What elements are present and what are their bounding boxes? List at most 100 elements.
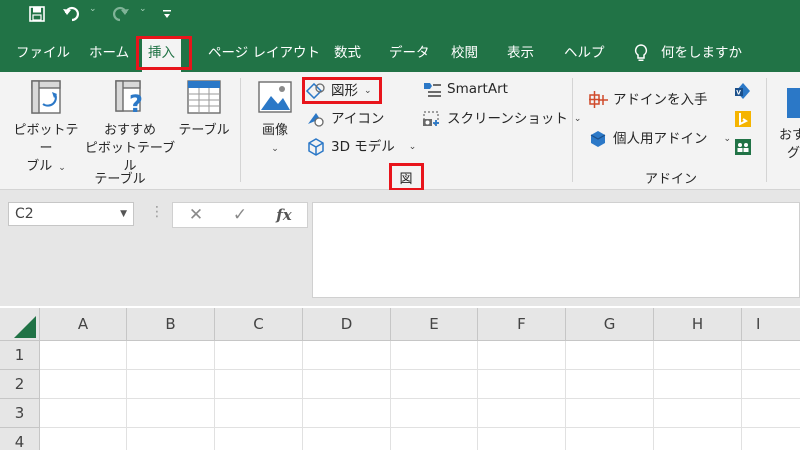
store-icon: [588, 90, 608, 110]
chevron-down-icon: ⌄: [271, 144, 279, 154]
table-row[interactable]: [40, 428, 800, 450]
column-header-f[interactable]: F: [478, 308, 566, 341]
lightbulb-icon: [634, 44, 648, 61]
chevron-down-icon: ⌄: [58, 163, 66, 173]
tab-data[interactable]: データ: [389, 34, 430, 72]
shapes-highlight: [302, 77, 382, 104]
column-headers: A B C D E F G H I: [0, 308, 800, 341]
row-header-2[interactable]: 2: [0, 370, 40, 399]
cancel-icon[interactable]: ✕: [181, 203, 211, 227]
column-header-b[interactable]: B: [127, 308, 215, 341]
gridline: [477, 341, 478, 450]
recommended-pivot-icon: ?: [115, 80, 143, 116]
recommended-charts-label-1[interactable]: おす: [779, 124, 800, 143]
tables-group-label: テーブル: [94, 172, 146, 187]
tell-me-label: 何をしますか: [661, 45, 742, 61]
smartart-button[interactable]: SmartArt: [422, 78, 508, 100]
chevron-down-icon: ⌄: [408, 142, 417, 152]
save-icon[interactable]: [26, 0, 48, 28]
formula-bar-area: C2 ▼ ⋮ ✕ ✓ fx: [0, 190, 800, 306]
select-all-button[interactable]: [0, 308, 40, 341]
chevron-down-icon[interactable]: ▼: [120, 203, 127, 225]
ribbon-tabs: ファイル ホーム 挿入 ページ レイアウト 数式 データ 校閲 表示 ヘルプ 何…: [0, 34, 800, 72]
pivot-table-label-1: ピボットテー: [13, 123, 79, 156]
svg-text:?: ?: [129, 90, 143, 116]
table-row[interactable]: [40, 341, 800, 370]
my-addins-button[interactable]: 個人用アドイン ⌄: [588, 128, 731, 150]
icons-label: アイコン: [331, 111, 385, 127]
table-row[interactable]: [40, 370, 800, 399]
column-header-i[interactable]: I: [742, 308, 800, 341]
icons-button[interactable]: アイコン: [306, 108, 384, 130]
gridline: [741, 341, 742, 450]
formula-buttons: ✕ ✓ fx: [172, 202, 308, 228]
gridline: [565, 341, 566, 450]
undo-icon[interactable]: [60, 0, 84, 28]
table-label: テーブル: [178, 123, 230, 138]
recommended-pivot-label-1: おすすめ: [103, 123, 156, 138]
name-box[interactable]: C2 ▼: [8, 202, 134, 226]
pivot-table-button[interactable]: ピボットテー ブル ⌄: [8, 78, 84, 177]
insert-tab-highlight: [136, 36, 192, 70]
formula-input[interactable]: [312, 202, 800, 298]
column-header-c[interactable]: C: [215, 308, 303, 341]
gridline: [390, 341, 391, 450]
people-graph-icon: [733, 137, 753, 157]
tab-file[interactable]: ファイル: [16, 34, 70, 72]
gridline: [214, 341, 215, 450]
column-header-h[interactable]: H: [654, 308, 742, 341]
column-header-d[interactable]: D: [303, 308, 391, 341]
tab-review[interactable]: 校閲: [451, 34, 478, 72]
insert-function-button[interactable]: fx: [269, 203, 299, 227]
gridline: [302, 341, 303, 450]
tell-me-search[interactable]: 何をしますか: [633, 34, 742, 72]
column-header-a[interactable]: A: [40, 308, 127, 341]
recommended-charts-label-2[interactable]: グ: [787, 142, 800, 161]
image-icon: [258, 81, 292, 113]
icons-icon: [306, 109, 326, 129]
gridline: [653, 341, 654, 450]
tab-page-layout[interactable]: ページ レイアウト: [208, 34, 320, 72]
chevron-down-icon: ⌄: [723, 134, 732, 144]
tab-help[interactable]: ヘルプ: [564, 34, 605, 72]
tab-home[interactable]: ホーム: [89, 34, 129, 72]
column-header-g[interactable]: G: [566, 308, 654, 341]
get-addins-button[interactable]: アドインを入手: [588, 89, 708, 111]
screenshot-icon: [422, 109, 442, 129]
formula-bar-resize-handle[interactable]: ⋮: [150, 204, 164, 220]
recommended-pivot-button[interactable]: ? おすすめ ピボットテーブル: [84, 78, 176, 176]
screenshot-button[interactable]: スクリーンショット ⌄: [422, 108, 581, 130]
row-header-3[interactable]: 3: [0, 399, 40, 428]
enter-icon[interactable]: ✓: [225, 203, 255, 227]
pivot-table-icon: [31, 80, 61, 114]
get-addins-label: アドインを入手: [613, 92, 708, 108]
image-label: 画像: [261, 123, 288, 138]
recommended-charts-icon[interactable]: [787, 88, 800, 118]
svg-text:V: V: [736, 90, 741, 97]
bing-maps-button[interactable]: [733, 108, 758, 130]
customize-qat-icon[interactable]: [160, 0, 174, 28]
table-button[interactable]: テーブル: [176, 78, 232, 140]
redo-icon[interactable]: [108, 0, 132, 28]
undo-dropdown-icon[interactable]: ⌄: [89, 4, 97, 14]
quick-access-toolbar: ⌄ ⌄: [0, 0, 800, 34]
screenshot-label: スクリーンショット: [447, 111, 568, 127]
column-header-e[interactable]: E: [391, 308, 478, 341]
tab-view[interactable]: 表示: [507, 34, 534, 72]
chevron-down-icon: ⌄: [573, 114, 582, 124]
group-divider: [572, 78, 573, 182]
smartart-icon: [422, 79, 442, 99]
table-row[interactable]: [40, 399, 800, 428]
people-graph-button[interactable]: [733, 136, 758, 158]
visio-addin-button[interactable]: V: [733, 80, 758, 102]
3d-models-button[interactable]: 3D モデル ⌄: [306, 136, 416, 158]
bing-icon: [733, 109, 753, 129]
group-divider: [240, 78, 241, 182]
image-button[interactable]: 画像 ⌄: [252, 78, 298, 158]
3d-models-label: 3D モデル: [331, 139, 395, 155]
row-header-4[interactable]: 4: [0, 428, 40, 450]
my-addins-label: 個人用アドイン: [613, 131, 708, 147]
redo-dropdown-icon[interactable]: ⌄: [139, 4, 147, 14]
tab-formulas[interactable]: 数式: [334, 34, 361, 72]
row-header-1[interactable]: 1: [0, 341, 40, 370]
